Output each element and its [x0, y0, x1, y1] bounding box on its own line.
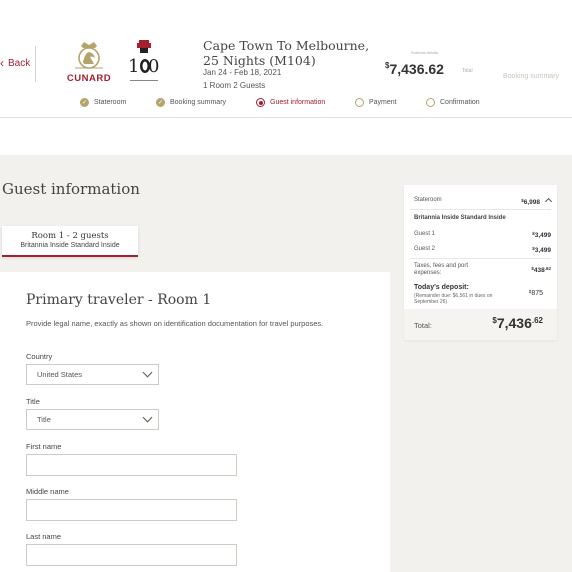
anniversary-logo: 1 0: [126, 38, 162, 86]
taxes-amount: $438.62: [531, 266, 551, 274]
divider: [410, 258, 551, 259]
step-payment[interactable]: Payment: [355, 98, 397, 107]
divider: [410, 209, 551, 210]
page-title: Guest information: [2, 180, 140, 198]
price-total-tag: Total: [462, 68, 473, 74]
step-label: Confirmation: [440, 99, 480, 106]
country-select[interactable]: United States: [26, 364, 159, 385]
deposit-note: (Remainder due: $6,561 in dues on Septem…: [414, 293, 493, 305]
step-label: Stateroom: [94, 99, 127, 106]
back-button[interactable]: ‹ Back: [0, 57, 30, 69]
check-icon: ✓: [80, 98, 89, 107]
last-name-label: Last name: [26, 532, 62, 541]
first-name-label: First name: [26, 442, 62, 451]
header-total-price: $7,436.62: [385, 61, 444, 77]
brand-wordmark: CUNARD: [66, 73, 112, 84]
step-confirmation[interactable]: Confirmation: [426, 98, 480, 107]
svg-text:1: 1: [128, 56, 139, 77]
svg-text:0: 0: [148, 56, 159, 77]
country-label: Country: [26, 352, 53, 361]
chevron-up-icon[interactable]: [544, 197, 553, 206]
chevron-down-icon: [142, 412, 153, 423]
divider: [35, 46, 36, 82]
taxes-label: Taxes, fees and port expenses:: [414, 263, 469, 276]
middle-name-field[interactable]: [26, 499, 237, 521]
guest-1-label: Guest 1: [414, 231, 436, 237]
middle-name-label: Middle name: [26, 487, 69, 496]
chevron-left-icon: ‹: [0, 56, 4, 70]
room-tab-subtitle: Britannia Inside Standard Inside: [20, 242, 120, 249]
deposit-title: Today's deposit:: [414, 284, 469, 291]
summary-total: Total: $7,436.62: [404, 309, 557, 340]
form-description: Provide legal name, exactly as shown on …: [26, 319, 324, 328]
total-label: Total:: [414, 321, 432, 330]
title-value: Title: [37, 415, 51, 424]
back-label: Back: [8, 57, 31, 69]
step-label: Booking summary: [170, 99, 227, 106]
last-name-field[interactable]: [26, 544, 237, 566]
chevron-down-icon: [142, 367, 153, 378]
step-guest-information[interactable]: Guest information: [256, 98, 325, 107]
guest-1-amount: $3,499: [532, 231, 551, 239]
voyage-guests: 1 Room 2 Guests: [203, 81, 266, 90]
first-name-field[interactable]: [26, 454, 237, 476]
deposit-amount: $875: [528, 289, 543, 297]
total-amount: $7,436.62: [492, 315, 543, 331]
step-booking-summary[interactable]: ✓ Booking summary: [156, 98, 226, 107]
tab-room-1[interactable]: Room 1 - 2 guests Britannia Inside Stand…: [2, 226, 138, 257]
voyage-dates: Jan 24 - Feb 18, 2021: [203, 68, 282, 77]
stateroom-row[interactable]: Stateroom $6,998: [414, 197, 553, 206]
step-label: Guest information: [270, 99, 326, 106]
check-icon: ✓: [156, 98, 165, 107]
price-summary: Stateroom $6,998 Britannia Inside Standa…: [404, 185, 557, 340]
step-stateroom[interactable]: ✓ Stateroom: [80, 98, 126, 107]
stateroom-label: Stateroom: [414, 197, 442, 203]
lion-crest-icon: [75, 42, 103, 69]
cunard-logo[interactable]: CUNARD: [63, 40, 115, 84]
stateroom-amount: $6,998: [521, 197, 553, 206]
country-value: United States: [37, 370, 83, 379]
form-title: Primary traveler - Room 1: [26, 292, 212, 308]
title-select[interactable]: Title: [26, 409, 159, 430]
empty-circle-icon: [355, 98, 364, 107]
voyage-title: Cape Town To Melbourne, 25 Nights (M104): [203, 38, 370, 68]
guest-2-amount: $3,499: [532, 246, 551, 254]
guest-form: Primary traveler - Room 1 Provide legal …: [0, 272, 390, 572]
booking-summary-link[interactable]: Booking summary: [503, 73, 559, 80]
room-tab-title: Room 1 - 2 guests: [31, 231, 109, 241]
guest-2-label: Guest 2: [414, 246, 436, 252]
price-details-label: Subtotal details: [411, 50, 439, 55]
progress-steps: ✓ Stateroom ✓ Booking summary Guest info…: [0, 98, 572, 114]
taxes-row: Taxes, fees and port expenses: $438.62: [414, 263, 551, 277]
guest-2-row: Guest 2 $3,499: [414, 246, 551, 254]
title-label: Title: [26, 397, 40, 406]
step-label: Payment: [369, 99, 397, 106]
current-step-icon: [256, 98, 265, 107]
empty-circle-icon: [426, 98, 435, 107]
guest-1-row: Guest 1 $3,499: [414, 231, 551, 239]
header-spacer: [0, 119, 572, 155]
room-type: Britannia Inside Standard Inside: [414, 215, 506, 221]
anniversary-emblem-icon: 1 0: [128, 40, 159, 81]
